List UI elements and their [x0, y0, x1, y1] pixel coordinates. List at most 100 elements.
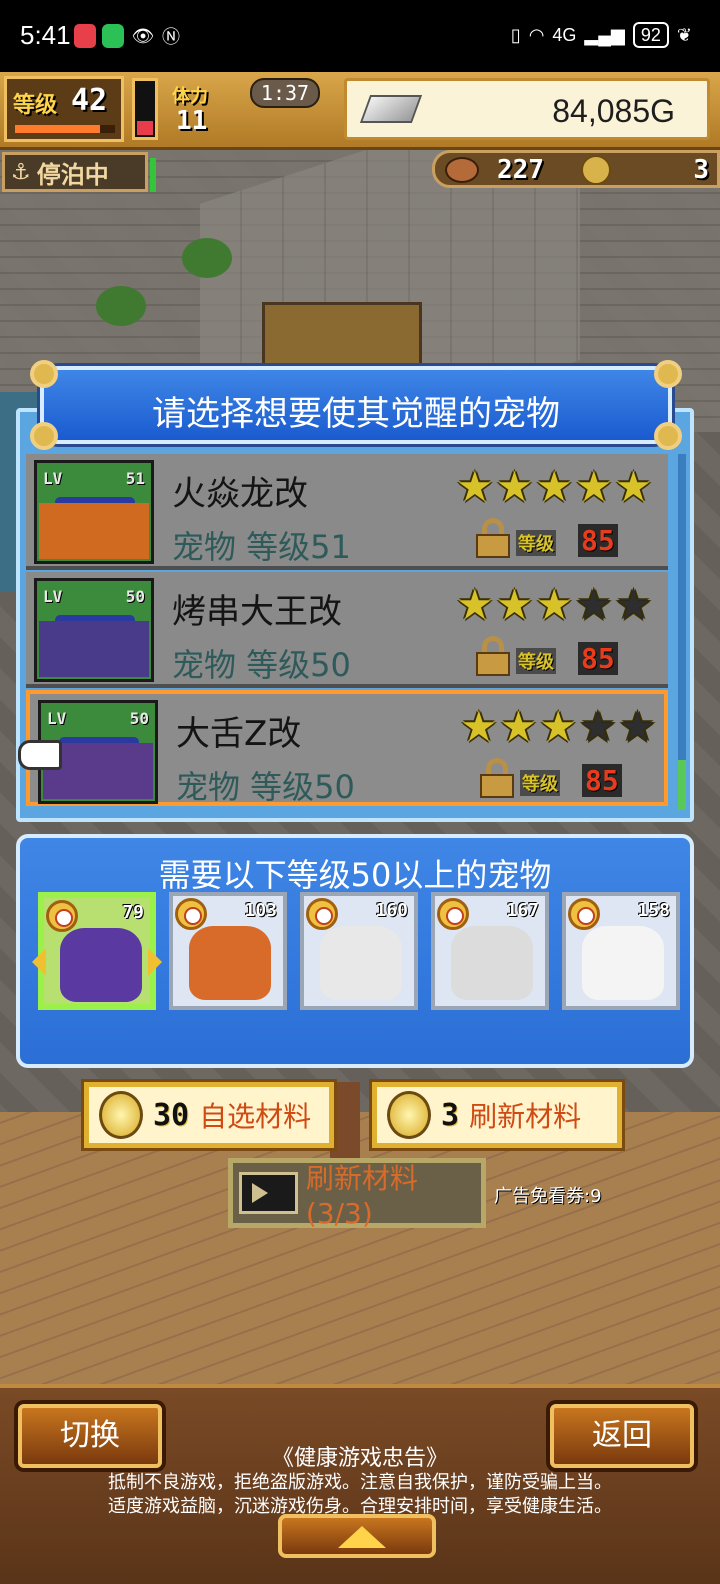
ad-refresh-button[interactable]: 刷新材料(3/3): [228, 1158, 486, 1230]
coin-icon: [581, 155, 611, 185]
pet-lv-label: LV: [47, 709, 67, 728]
stamina-timer: 1:37: [250, 78, 320, 108]
material-slot[interactable]: 160: [300, 892, 418, 1010]
pointer-hand-icon: [18, 740, 62, 770]
star-icon: ★: [456, 580, 494, 629]
pet-level-text: 宠物 等级50: [172, 646, 351, 684]
app-notification-icon: [74, 24, 96, 48]
pet-thumbnail: LV 50: [34, 578, 154, 682]
pet-rarity-stars: ★ ★ ★ ★ ★: [456, 584, 652, 626]
food-icon: [445, 157, 479, 183]
battery-indicator: 92: [632, 22, 669, 48]
pet-row[interactable]: LV 50 烤串大王改 宠物 等级50 ★ ★ ★ ★ ★ 等级 85: [26, 572, 668, 688]
star-icon: ★: [618, 702, 657, 751]
material-slot[interactable]: 79: [32, 892, 162, 1010]
docked-label: 停泊中: [36, 160, 109, 189]
arrow-up-icon: [338, 1526, 386, 1548]
material-number: 103: [244, 900, 277, 921]
corner-ornament: [654, 360, 682, 388]
ad-ticket-count: 广告免看券:9: [494, 1186, 602, 1207]
material-number: 160: [375, 900, 408, 921]
lock-icon: [476, 518, 510, 558]
star-icon: ★: [460, 702, 498, 751]
silver-bar-icon: [359, 95, 423, 123]
bottom-bar: 切换 返回 《健康游戏忠告》 抵制不良游戏，拒绝盗版游戏。注意自我保护，谨防受骗…: [0, 1384, 720, 1584]
star-icon: ★: [574, 462, 613, 511]
material-slot[interactable]: 167: [431, 892, 549, 1010]
material-pet-sprite: [320, 926, 402, 1000]
pick-cost: 30: [153, 1097, 190, 1133]
docked-indicator: [150, 158, 156, 192]
star-icon: ★: [535, 462, 573, 511]
health-notice-line-1: 抵制不良游戏，拒绝盗版游戏。注意自我保护，谨防受骗上当。: [108, 1472, 612, 1493]
material-slot[interactable]: 103: [169, 892, 287, 1010]
pick-label: 自选材料: [199, 1100, 312, 1133]
star-icon: ★: [495, 580, 534, 629]
pet-level-text: 宠物 等级50: [176, 768, 355, 806]
required-level-label: 等级: [516, 648, 556, 674]
star-icon: ★: [614, 462, 653, 511]
pet-level-tag: LV 51: [43, 469, 145, 489]
stamina-gauge-fill: [137, 121, 153, 135]
material-number: 158: [637, 900, 670, 921]
gold-coin-icon: [99, 1091, 143, 1139]
gold-coin-icon: [387, 1091, 431, 1139]
top-hud: 等级 42 体力 11 1:37 84,085G: [0, 72, 720, 150]
vibrate-icon: ▯: [510, 24, 521, 45]
docked-status[interactable]: ⚓ 停泊中: [2, 152, 148, 192]
level-value: 42: [71, 83, 108, 118]
pet-level-tag: LV 50: [43, 587, 145, 607]
material-slot[interactable]: 158: [562, 892, 680, 1010]
pet-name: 大舌Z改: [176, 714, 302, 754]
pet-name: 烤串大王改: [172, 592, 342, 632]
level-exp-bar: [15, 125, 115, 133]
material-number: 79: [122, 902, 144, 923]
required-level-value: 85: [578, 642, 618, 675]
eye-icon: 👁: [131, 25, 155, 47]
player-level[interactable]: 等级 42: [4, 76, 124, 142]
star-icon: ★: [574, 580, 613, 629]
pet-level-text: 宠物 等级51: [172, 528, 351, 566]
refresh-material-button[interactable]: 3 刷新材料: [372, 1082, 622, 1148]
required-level-label: 等级: [520, 770, 560, 796]
food-count: 227: [497, 155, 544, 185]
panel-title: 请选择想要使其觉醒的宠物: [152, 394, 560, 434]
video-ad-icon: [239, 1172, 298, 1214]
status-right: ▯ ◠ 4G ▂▄▆ 92 ❦: [511, 22, 692, 48]
pet-row[interactable]: LV 51 火焱龙改 宠物 等级51 ★ ★ ★ ★ ★ 等级 85: [26, 454, 668, 570]
arrow-left-icon: [32, 948, 46, 976]
star-icon: ★: [495, 462, 534, 511]
stamina-value: 11: [176, 106, 208, 136]
pet-list-scrollbar[interactable]: [678, 454, 686, 810]
clock: 5:41: [20, 20, 71, 50]
bush: [96, 286, 146, 326]
expand-menu-button[interactable]: [278, 1514, 436, 1558]
scrollbar-thumb[interactable]: [678, 760, 686, 810]
pet-level-tag: LV 50: [47, 709, 149, 729]
materials-panel: 需要以下等级50以上的宠物 79 103 160 167 158: [16, 834, 694, 1068]
wifi-icon: ◠: [528, 24, 545, 45]
refresh-label: 刷新材料: [469, 1100, 582, 1133]
material-pet-sprite: [60, 928, 142, 1002]
ad-refresh-label: 刷新材料(3/3): [305, 1161, 418, 1230]
coin-badge-icon: [306, 898, 338, 930]
star-icon: ★: [535, 580, 573, 629]
pet-thumbnail: LV 51: [34, 460, 154, 564]
star-icon: ★: [456, 462, 494, 511]
gold-value: 84,085G: [552, 93, 675, 129]
pet-lv-label: LV: [43, 469, 63, 488]
arrow-right-icon: [148, 948, 162, 976]
pet-lv-value: 50: [125, 587, 145, 606]
star-icon: ★: [499, 702, 538, 751]
pet-sprite: [39, 621, 149, 677]
required-level-value: 85: [582, 764, 622, 797]
material-pet-sprite: [582, 926, 664, 1000]
pet-list[interactable]: LV 51 火焱龙改 宠物 等级51 ★ ★ ★ ★ ★ 等级 85 LV 50 烤串大…: [26, 454, 670, 810]
lock-icon: [480, 758, 514, 798]
coin-count: 3: [693, 155, 709, 185]
pet-row[interactable]: LV 50 大舌Z改 宠物 等级50 ★ ★ ★ ★ ★ 等级 85: [26, 690, 668, 806]
gold-display[interactable]: 84,085G: [344, 78, 710, 140]
refresh-cost: 3: [441, 1097, 460, 1133]
pick-material-button[interactable]: 30 自选材料: [84, 1082, 334, 1148]
level-label: 等级: [13, 93, 58, 118]
